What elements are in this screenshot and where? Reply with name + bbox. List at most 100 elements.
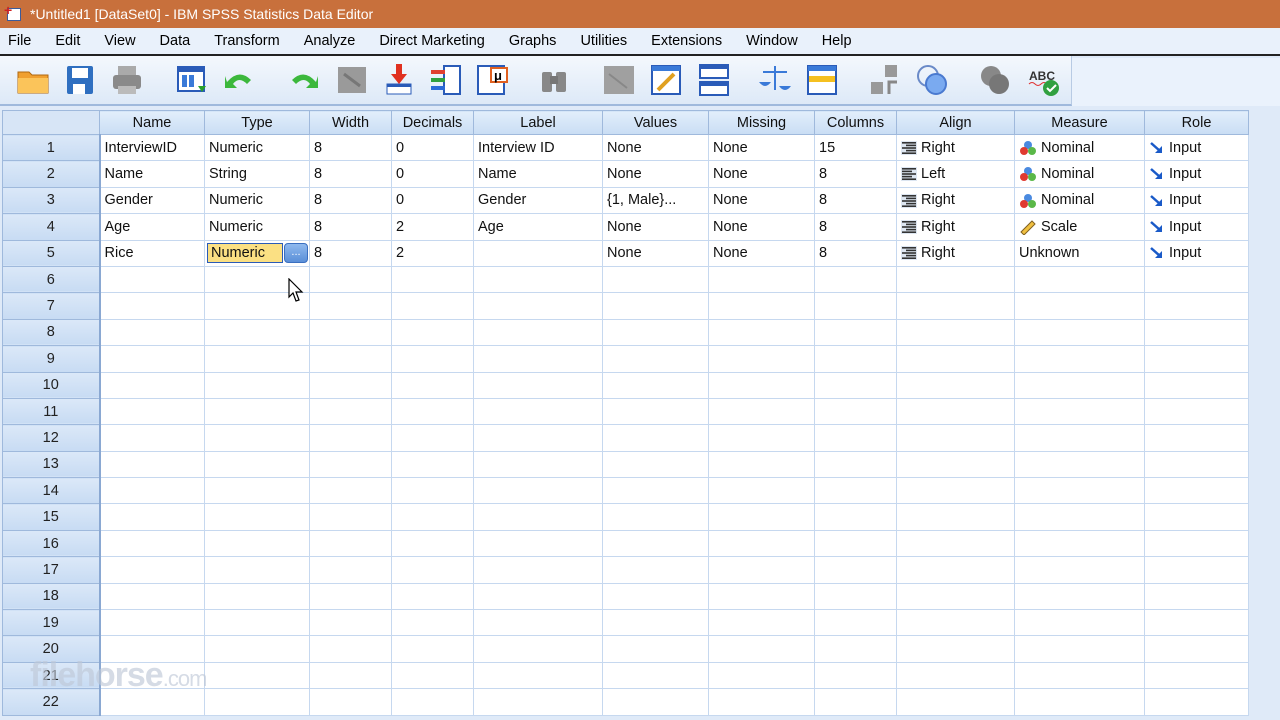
row-number[interactable]: 1: [2, 133, 101, 162]
cell-decimals[interactable]: [391, 318, 474, 347]
cell-decimals[interactable]: 2: [391, 213, 474, 241]
cell-name[interactable]: [99, 450, 205, 479]
cell-values[interactable]: [602, 318, 709, 347]
cell-role[interactable]: [1144, 450, 1249, 479]
cell-width[interactable]: 8: [309, 160, 392, 188]
menu-direct-marketing[interactable]: Direct Marketing: [367, 28, 497, 54]
cell-decimals[interactable]: [391, 582, 474, 611]
row-number[interactable]: 14: [2, 477, 101, 505]
cell-decimals[interactable]: [391, 292, 474, 320]
cell-name[interactable]: Age: [99, 213, 205, 241]
cell-type[interactable]: Numeric: [204, 133, 310, 162]
cell-type[interactable]: [204, 397, 310, 426]
cell-role[interactable]: [1144, 318, 1249, 347]
cell-columns[interactable]: [814, 503, 897, 531]
cell-align[interactable]: Left: [896, 160, 1015, 188]
cell-decimals[interactable]: 0: [391, 186, 474, 215]
column-header-missing[interactable]: Missing: [708, 110, 815, 135]
cell-label[interactable]: Age: [473, 213, 603, 241]
cell-role[interactable]: [1144, 371, 1249, 399]
cell-label[interactable]: [473, 318, 603, 347]
cell-values[interactable]: [602, 397, 709, 426]
cell-align[interactable]: [896, 424, 1015, 452]
cell-role[interactable]: [1144, 292, 1249, 320]
cell-label[interactable]: [473, 424, 603, 452]
cell-decimals[interactable]: [391, 345, 474, 373]
cell-missing[interactable]: [708, 688, 815, 716]
cell-width[interactable]: [309, 688, 392, 716]
cell-decimals[interactable]: 2: [391, 239, 474, 267]
cell-name[interactable]: [99, 529, 205, 558]
cell-type[interactable]: [204, 450, 310, 479]
cell-type[interactable]: [204, 318, 310, 347]
select-cases-button[interactable]: [803, 61, 840, 99]
cell-columns[interactable]: [814, 397, 897, 426]
cell-role[interactable]: Input: [1144, 160, 1249, 188]
cell-label[interactable]: [473, 582, 603, 611]
cell-width[interactable]: 8: [309, 239, 392, 267]
cell-values[interactable]: {1, Male}...: [602, 186, 709, 215]
cell-name[interactable]: [99, 265, 205, 294]
redo-button[interactable]: [286, 61, 323, 99]
cell-label[interactable]: [473, 371, 603, 399]
cell-columns[interactable]: [814, 292, 897, 320]
cell-width[interactable]: 8: [309, 186, 392, 215]
cell-type[interactable]: [204, 345, 310, 373]
cell-align[interactable]: [896, 688, 1015, 716]
cell-columns[interactable]: 8: [814, 213, 897, 241]
cell-measure[interactable]: [1014, 345, 1145, 373]
cell-values[interactable]: [602, 345, 709, 373]
cell-missing[interactable]: [708, 292, 815, 320]
cell-role[interactable]: [1144, 345, 1249, 373]
split-file-button[interactable]: [695, 61, 732, 99]
save-button[interactable]: [61, 61, 98, 99]
insert-cases-button[interactable]: [601, 61, 638, 99]
cell-values[interactable]: [602, 424, 709, 452]
cell-name[interactable]: [99, 345, 205, 373]
spell-check-button[interactable]: ABC: [1024, 61, 1061, 99]
menu-file[interactable]: File: [0, 28, 43, 54]
cell-role[interactable]: Input: [1144, 133, 1249, 162]
go-to-variable-button[interactable]: [380, 61, 417, 99]
cell-columns[interactable]: [814, 371, 897, 399]
cell-align[interactable]: [896, 529, 1015, 558]
cell-width[interactable]: [309, 609, 392, 637]
cell-missing[interactable]: None: [708, 160, 815, 188]
cell-label[interactable]: [473, 397, 603, 426]
cell-measure[interactable]: Unknown: [1014, 239, 1145, 267]
cell-width[interactable]: [309, 371, 392, 399]
cell-values[interactable]: None: [602, 160, 709, 188]
cell-width[interactable]: [309, 556, 392, 584]
cell-name[interactable]: Rice: [99, 239, 205, 267]
cell-missing[interactable]: [708, 503, 815, 531]
cell-align[interactable]: [896, 582, 1015, 611]
cell-width[interactable]: [309, 345, 392, 373]
cell-name[interactable]: Gender: [99, 186, 205, 215]
cell-columns[interactable]: [814, 529, 897, 558]
cell-align[interactable]: [896, 661, 1015, 690]
cell-align[interactable]: [896, 371, 1015, 399]
row-number[interactable]: 19: [2, 609, 101, 637]
grid-corner[interactable]: [2, 110, 100, 135]
cell-columns[interactable]: 8: [814, 186, 897, 215]
cell-label[interactable]: [473, 477, 603, 505]
menu-view[interactable]: View: [92, 28, 147, 54]
find-button[interactable]: [536, 61, 573, 99]
cell-missing[interactable]: [708, 529, 815, 558]
cell-decimals[interactable]: [391, 477, 474, 505]
cell-label[interactable]: [473, 345, 603, 373]
spss-app-icon[interactable]: +: [4, 3, 24, 24]
cell-name[interactable]: InterviewID: [99, 133, 205, 162]
row-number[interactable]: 13: [2, 450, 101, 479]
cell-role[interactable]: [1144, 503, 1249, 531]
cell-values[interactable]: None: [602, 133, 709, 162]
cell-type[interactable]: Numeric...: [204, 239, 310, 267]
row-number[interactable]: 3: [2, 186, 101, 215]
type-cell-editor[interactable]: Numeric: [207, 243, 283, 264]
cell-missing[interactable]: [708, 477, 815, 505]
cell-missing[interactable]: [708, 661, 815, 690]
cell-measure[interactable]: [1014, 397, 1145, 426]
cell-decimals[interactable]: [391, 450, 474, 479]
row-number[interactable]: 5: [2, 239, 101, 267]
cell-width[interactable]: [309, 450, 392, 479]
